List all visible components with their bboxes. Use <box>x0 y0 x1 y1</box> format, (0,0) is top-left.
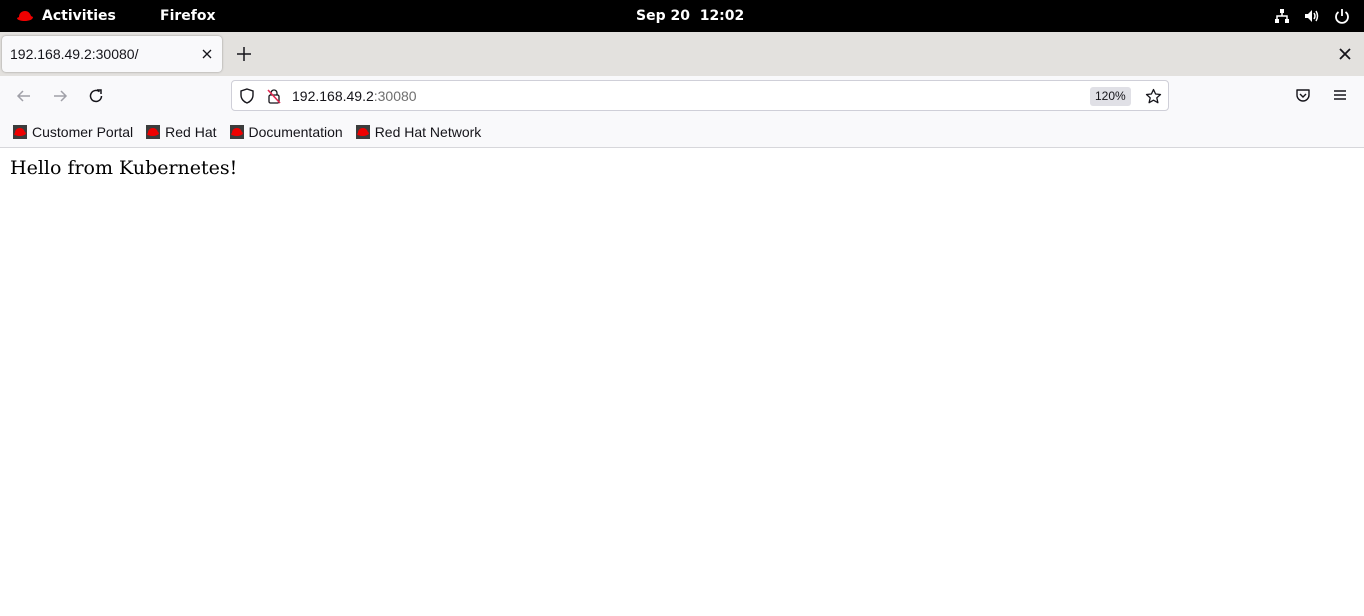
page-text: Hello from Kubernetes! <box>10 157 238 179</box>
pocket-icon[interactable] <box>1295 87 1311 103</box>
bookmark-red-hat[interactable]: Red Hat <box>145 123 217 140</box>
bookmark-label: Customer Portal <box>32 123 134 140</box>
clock[interactable]: Sep 20 12:02 <box>636 0 744 32</box>
forward-arrow-icon[interactable] <box>51 87 69 105</box>
bookmark-customer-portal[interactable]: Customer Portal <box>12 124 133 140</box>
zoom-level-badge[interactable]: 120% <box>1090 87 1131 106</box>
close-window-icon[interactable] <box>1338 47 1352 61</box>
redhat-favicon-icon <box>229 124 244 139</box>
app-name: Firefox <box>160 8 216 24</box>
activities-button[interactable]: Activities <box>16 0 116 32</box>
url-host: 192.168.49.2 <box>292 88 374 104</box>
system-tray[interactable] <box>1274 0 1350 32</box>
activities-label: Activities <box>42 8 116 24</box>
bookmark-red-hat-network[interactable]: Red Hat Network <box>355 123 482 140</box>
bookmark-label: Red Hat Network <box>374 123 482 140</box>
clock-label: Sep 20 12:02 <box>636 8 745 24</box>
redhat-favicon-icon <box>355 124 370 139</box>
tab-title: 192.168.49.2:30080/ <box>10 46 139 62</box>
bookmark-documentation[interactable]: Documentation <box>229 124 343 140</box>
close-tab-icon[interactable] <box>200 47 214 61</box>
power-icon <box>1335 9 1349 24</box>
bookmark-label: Red Hat <box>165 123 217 140</box>
redhat-logo-icon <box>17 11 33 21</box>
address-bar[interactable]: 192.168.49.2:30080 120% <box>231 80 1169 111</box>
redhat-favicon-icon <box>13 124 27 139</box>
reload-icon[interactable] <box>87 87 105 105</box>
tab-active[interactable]: 192.168.49.2:30080/ <box>2 36 222 72</box>
url-text[interactable]: 192.168.49.2:30080 <box>292 88 417 104</box>
network-icon <box>1275 9 1289 23</box>
hamburger-menu-icon[interactable] <box>1332 87 1348 103</box>
bookmark-star-icon[interactable] <box>1145 88 1162 105</box>
redhat-favicon-icon <box>146 124 161 139</box>
new-tab-icon[interactable] <box>235 45 253 63</box>
bookmarks-toolbar: Customer Portal Red Hat Documentation Re… <box>0 116 1364 148</box>
insecure-lock-icon[interactable] <box>266 88 282 104</box>
page-content: Hello from Kubernetes! <box>0 148 1364 616</box>
system-top-bar: Activities Firefox Sep 20 12:02 <box>0 0 1364 32</box>
bookmark-label: Documentation <box>248 123 343 140</box>
app-menu[interactable]: Firefox <box>160 0 216 32</box>
url-port: :30080 <box>373 88 417 104</box>
back-arrow-icon[interactable] <box>15 87 33 105</box>
tracking-protection-shield-icon[interactable] <box>239 88 255 104</box>
tab-strip: 192.168.49.2:30080/ <box>0 32 1364 76</box>
volume-icon <box>1305 10 1319 22</box>
